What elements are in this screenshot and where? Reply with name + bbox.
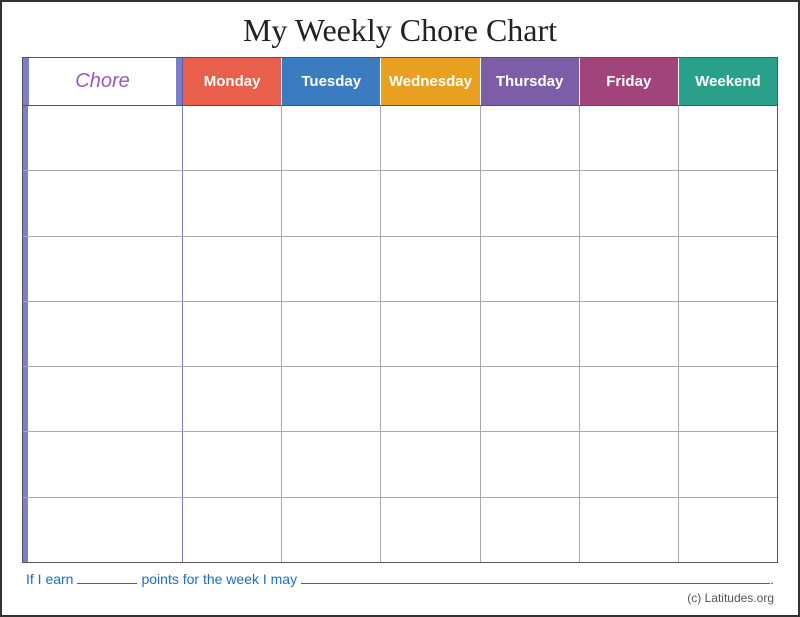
day-cell[interactable]	[282, 302, 381, 366]
day-cell[interactable]	[580, 432, 679, 496]
day-cell[interactable]	[481, 498, 580, 562]
earn-blank-short[interactable]	[77, 583, 137, 584]
chore-left-border	[23, 302, 28, 366]
chore-left-border	[23, 106, 28, 170]
chore-name-cell[interactable]	[23, 106, 183, 170]
day-cell[interactable]	[580, 106, 679, 170]
day-cell[interactable]	[381, 106, 480, 170]
chart-row	[23, 498, 777, 562]
day-cell[interactable]	[580, 171, 679, 235]
chore-left-border	[23, 237, 28, 301]
day-cell[interactable]	[183, 237, 282, 301]
chore-name-cell[interactable]	[23, 432, 183, 496]
day-header-tuesday: Tuesday	[282, 58, 381, 105]
day-cell[interactable]	[679, 498, 777, 562]
day-cell[interactable]	[580, 367, 679, 431]
day-header-weekend: Weekend	[679, 58, 777, 105]
chore-chart: Chore Monday Tuesday Wednesday Thursday …	[22, 57, 778, 563]
chart-body	[23, 106, 777, 562]
day-cell[interactable]	[381, 498, 480, 562]
chart-row	[23, 171, 777, 236]
earn-middle-text: points for the week I may	[141, 571, 297, 587]
day-cell[interactable]	[183, 106, 282, 170]
day-cell[interactable]	[679, 432, 777, 496]
day-cell[interactable]	[282, 498, 381, 562]
day-cell[interactable]	[282, 367, 381, 431]
day-cell[interactable]	[679, 302, 777, 366]
day-header-wednesday: Wednesday	[381, 58, 480, 105]
page-title: My Weekly Chore Chart	[243, 12, 557, 49]
chore-name-cell[interactable]	[23, 302, 183, 366]
day-cell[interactable]	[381, 237, 480, 301]
day-cell[interactable]	[183, 432, 282, 496]
chart-row	[23, 432, 777, 497]
day-cell[interactable]	[282, 171, 381, 235]
day-cell[interactable]	[679, 106, 777, 170]
day-cell[interactable]	[282, 237, 381, 301]
day-cell[interactable]	[481, 171, 580, 235]
earn-period: .	[770, 571, 774, 587]
day-header-monday: Monday	[183, 58, 282, 105]
day-cell[interactable]	[580, 237, 679, 301]
chore-header-left-border	[23, 58, 29, 105]
day-cell[interactable]	[679, 171, 777, 235]
chore-left-border	[23, 171, 28, 235]
chore-column-label: Chore	[75, 70, 129, 93]
chart-row	[23, 106, 777, 171]
earn-line: If I earn points for the week I may .	[26, 571, 774, 587]
day-cell[interactable]	[381, 367, 480, 431]
page-wrapper: My Weekly Chore Chart Chore Monday Tuesd…	[0, 0, 800, 617]
day-cell[interactable]	[183, 498, 282, 562]
day-cell[interactable]	[481, 106, 580, 170]
day-cell[interactable]	[183, 302, 282, 366]
chore-name-cell[interactable]	[23, 237, 183, 301]
day-cell[interactable]	[679, 237, 777, 301]
day-header-friday: Friday	[580, 58, 679, 105]
day-cell[interactable]	[481, 367, 580, 431]
chore-left-border	[23, 432, 28, 496]
footer-section: If I earn points for the week I may .	[22, 571, 778, 587]
chart-row	[23, 302, 777, 367]
day-cell[interactable]	[381, 432, 480, 496]
earn-prefix-text: If I earn	[26, 571, 73, 587]
chore-name-cell[interactable]	[23, 367, 183, 431]
day-cell[interactable]	[381, 171, 480, 235]
chart-row	[23, 367, 777, 432]
chore-left-border	[23, 367, 28, 431]
day-cell[interactable]	[580, 498, 679, 562]
chore-left-border	[23, 498, 28, 562]
earn-blank-long[interactable]	[301, 583, 770, 584]
day-cell[interactable]	[481, 237, 580, 301]
day-cell[interactable]	[580, 302, 679, 366]
chore-header-right-border	[176, 58, 182, 105]
day-cell[interactable]	[679, 367, 777, 431]
day-cell[interactable]	[282, 432, 381, 496]
day-cell[interactable]	[481, 432, 580, 496]
chart-header-row: Chore Monday Tuesday Wednesday Thursday …	[23, 58, 777, 106]
chore-name-cell[interactable]	[23, 171, 183, 235]
copyright-text: (c) Latitudes.org	[22, 591, 778, 605]
day-cell[interactable]	[183, 171, 282, 235]
day-cell[interactable]	[381, 302, 480, 366]
day-cell[interactable]	[282, 106, 381, 170]
chore-name-cell[interactable]	[23, 498, 183, 562]
chore-header-cell: Chore	[23, 58, 183, 105]
day-cell[interactable]	[183, 367, 282, 431]
day-header-thursday: Thursday	[481, 58, 580, 105]
day-cell[interactable]	[481, 302, 580, 366]
chart-row	[23, 237, 777, 302]
